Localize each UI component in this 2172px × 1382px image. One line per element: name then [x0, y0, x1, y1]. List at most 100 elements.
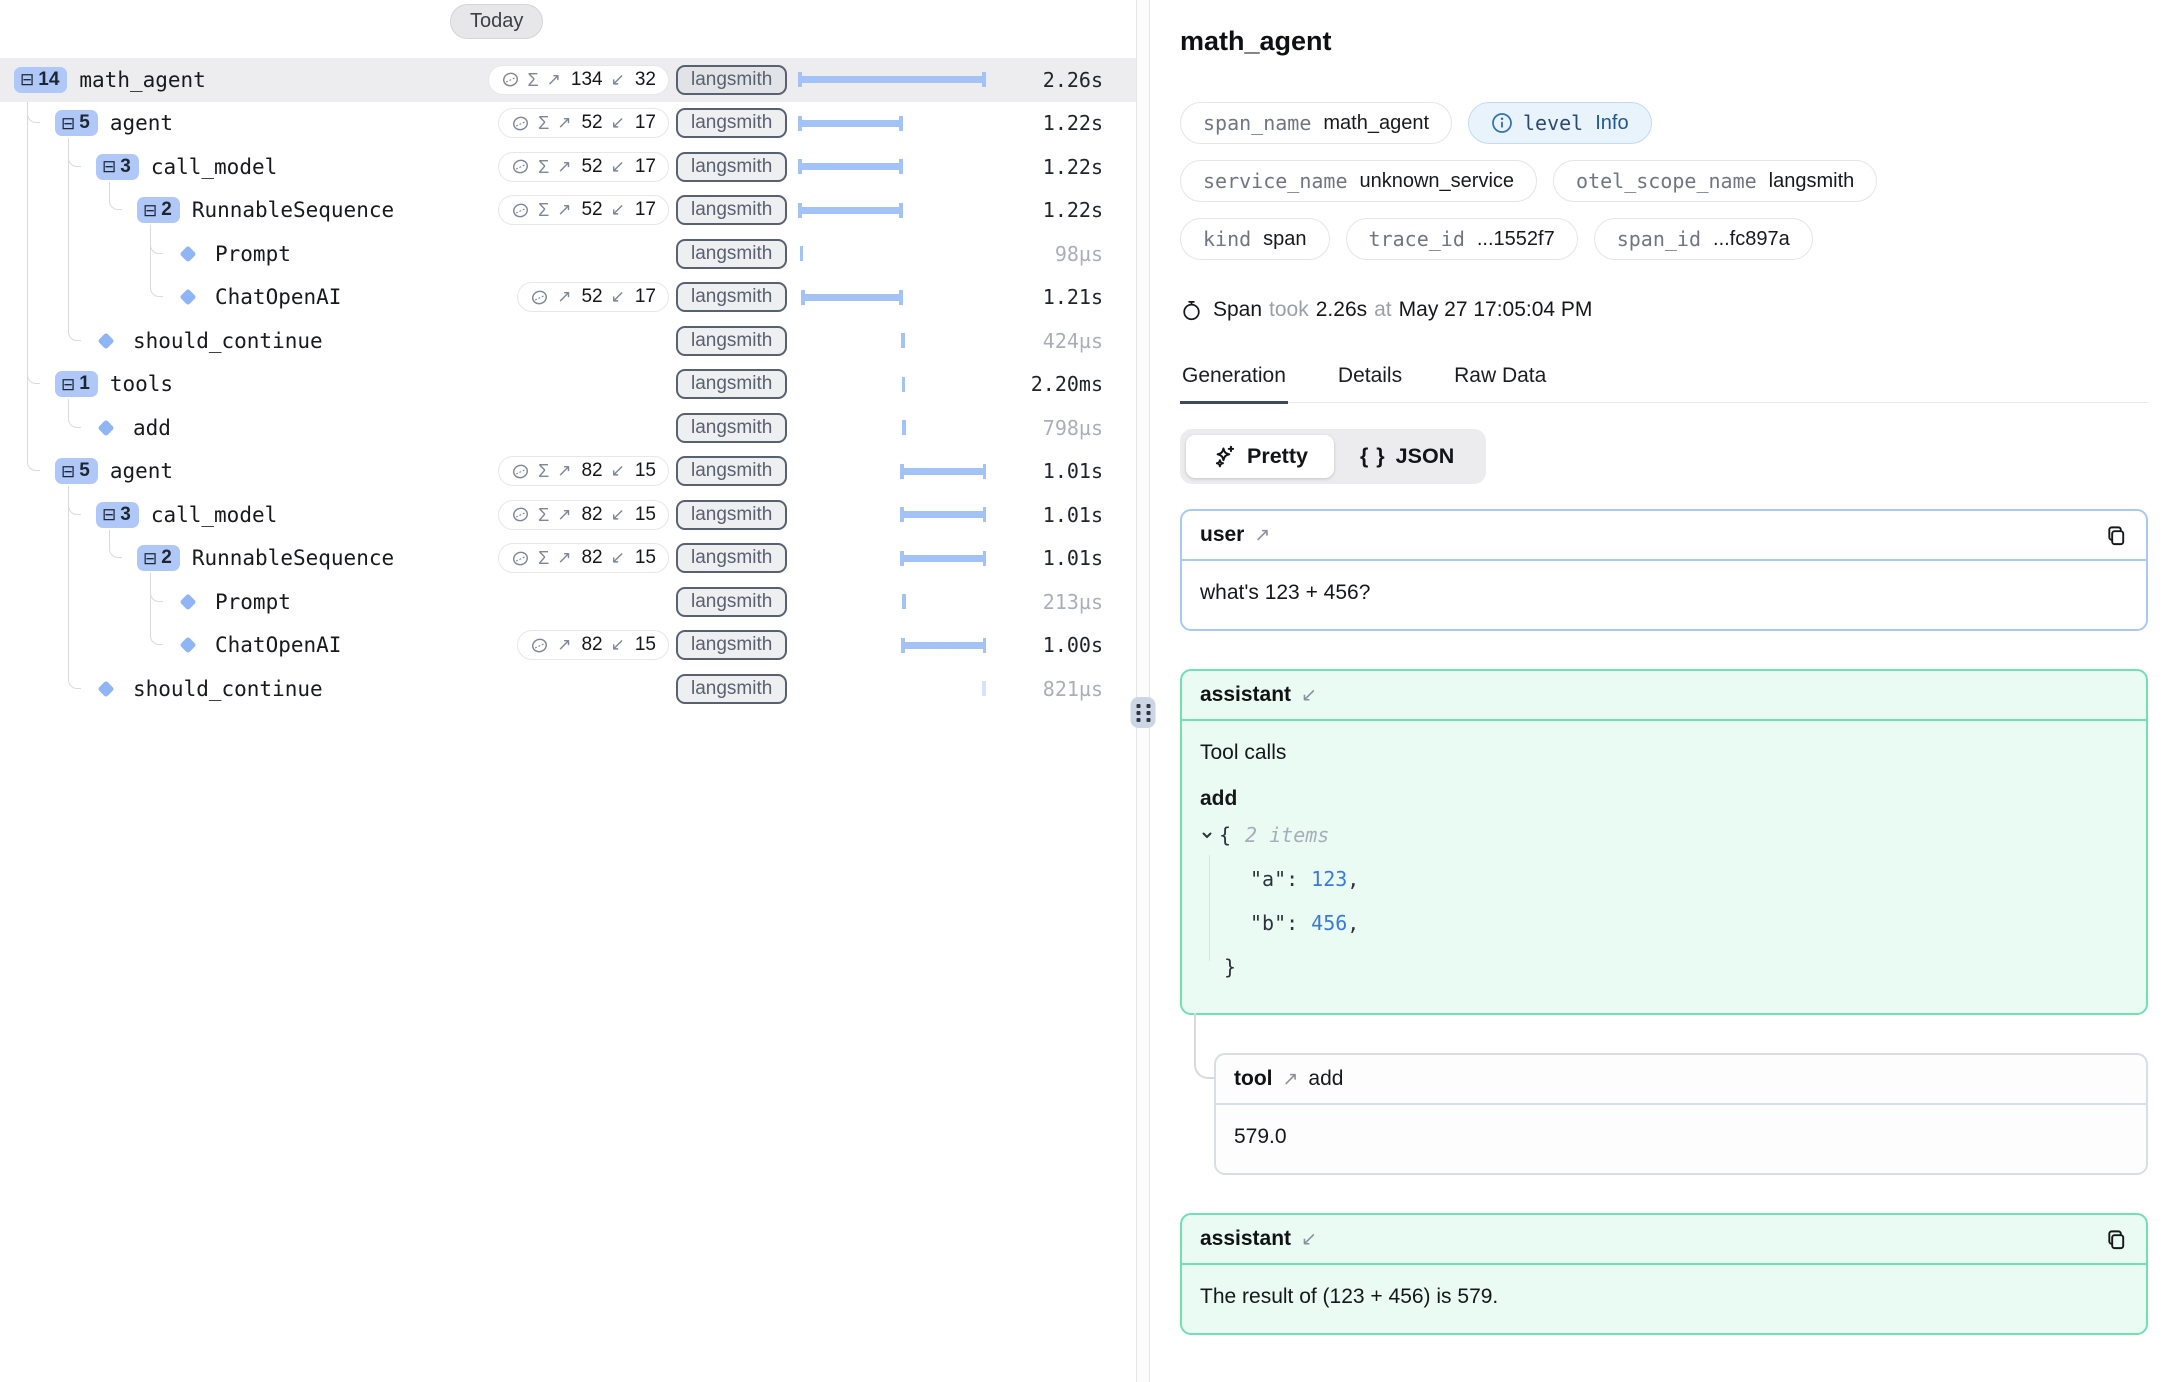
span-name: call_model	[151, 503, 277, 527]
output-tokens-icon: ↙	[611, 461, 625, 481]
vendor-badge: langsmith	[676, 326, 787, 356]
timeline-bar	[902, 511, 985, 518]
collapse-badge[interactable]: ⊟5	[55, 110, 98, 136]
trace-tree-panel: Today ⊟14math_agentΣ↗134↙32langsmith2.26…	[0, 0, 1136, 1382]
child-count: 5	[79, 112, 90, 134]
tree-row[interactable]: ⊟3call_modelΣ↗82↙15langsmith1.01s	[0, 493, 1136, 537]
tool-name-label: add	[1308, 1067, 1343, 1091]
collapse-badge[interactable]: ⊟1	[55, 371, 98, 397]
child-count: 2	[161, 199, 172, 221]
tab-details[interactable]: Details	[1336, 364, 1404, 402]
tab-generation[interactable]: Generation	[1180, 364, 1288, 404]
braces-icon: { }	[1360, 444, 1386, 469]
span-name: Prompt	[215, 590, 291, 614]
duration-label: 798µs	[1043, 416, 1103, 440]
timeline-cell	[799, 580, 985, 624]
tree-indent	[0, 471, 55, 472]
tree-row[interactable]: ⊟2RunnableSequenceΣ↗82↙15langsmith1.01s	[0, 537, 1136, 581]
collapse-badge[interactable]: ⊟5	[55, 458, 98, 484]
tree-row[interactable]: ⊟1toolslangsmith2.20ms	[0, 363, 1136, 407]
message-list: user ↗ what's 123 + 456? assistant ↙ Too…	[1180, 509, 2148, 1335]
message-body: 579.0	[1216, 1105, 2146, 1173]
diamond-icon	[180, 593, 197, 610]
pretty-toggle[interactable]: Pretty	[1186, 435, 1334, 478]
info-icon	[1491, 112, 1511, 134]
tree-row[interactable]: ⊟3call_modelΣ↗52↙17langsmith1.22s	[0, 145, 1136, 189]
tree-row[interactable]: ⊟5agentΣ↗52↙17langsmith1.22s	[0, 102, 1136, 146]
collapse-badge[interactable]: ⊟3	[96, 154, 139, 180]
tab-raw-data[interactable]: Raw Data	[1452, 364, 1548, 402]
timing-took: took	[1269, 298, 1309, 322]
diamond-icon	[180, 245, 197, 262]
token-usage-badge: Σ↗52↙17	[498, 195, 669, 225]
tree-row[interactable]: ⊟2RunnableSequenceΣ↗52↙17langsmith1.22s	[0, 189, 1136, 233]
timeline-bar	[800, 120, 901, 127]
span-name: ChatOpenAI	[215, 633, 341, 657]
vendor-badge: langsmith	[676, 282, 787, 312]
toggle-label: JSON	[1396, 444, 1455, 469]
tree-row[interactable]: Promptlangsmith98µs	[0, 232, 1136, 276]
coin-icon	[511, 549, 530, 568]
tree-row[interactable]: should_continuelangsmith821µs	[0, 667, 1136, 711]
attribute-key: span_id	[1617, 227, 1701, 251]
timeline-cell	[799, 58, 985, 102]
tool-call-name: add	[1200, 787, 2128, 811]
toggle-label: Pretty	[1247, 444, 1308, 469]
copy-button[interactable]	[2105, 1228, 2128, 1251]
collapse-badge[interactable]: ⊟3	[96, 502, 139, 528]
timeline-cell	[799, 102, 985, 146]
output-tokens: 17	[635, 112, 656, 134]
vendor-badge: langsmith	[676, 195, 787, 225]
collapse-badge[interactable]: ⊟14	[14, 67, 67, 93]
child-count: 14	[38, 69, 59, 91]
tree-row[interactable]: Promptlangsmith213µs	[0, 580, 1136, 624]
tree-row[interactable]: addlangsmith798µs	[0, 406, 1136, 450]
today-button[interactable]: Today	[450, 4, 543, 39]
vendor-badge: langsmith	[676, 630, 787, 660]
drag-handle[interactable]	[1131, 697, 1156, 728]
thread-connector-line	[1194, 1013, 1214, 1079]
input-tokens-icon: ↗	[557, 200, 571, 220]
attribute-value: span	[1263, 228, 1306, 251]
timeline-bar	[902, 555, 985, 562]
vendor-badge: langsmith	[676, 456, 787, 486]
badge-row: kindspantrace_id...1552f7span_id...fc897…	[1180, 218, 2148, 260]
output-tokens-icon: ↙	[611, 635, 625, 655]
vendor-badge: langsmith	[676, 369, 787, 399]
chevron-down-icon[interactable]	[1200, 828, 1214, 842]
tree-row[interactable]: ChatOpenAI↗82↙15langsmith1.00s	[0, 624, 1136, 668]
input-tokens-icon: ↗	[557, 548, 571, 568]
child-count: 1	[79, 373, 90, 395]
square-minus-icon: ⊟	[20, 71, 34, 88]
detail-tabs: Generation Details Raw Data	[1180, 364, 2148, 403]
tree-row[interactable]: ⊟14math_agentΣ↗134↙32langsmith2.26s	[0, 58, 1136, 102]
attribute-value: unknown_service	[1360, 170, 1515, 193]
attribute-pill-span_name: span_namemath_agent	[1180, 102, 1452, 144]
coin-icon	[511, 157, 530, 176]
attribute-pill-service_name: service_nameunknown_service	[1180, 160, 1537, 202]
collapse-badge[interactable]: ⊟2	[137, 545, 180, 571]
tree-row[interactable]: ⊟5agentΣ↗82↙15langsmith1.01s	[0, 450, 1136, 494]
tree-row[interactable]: ChatOpenAI↗52↙17langsmith1.21s	[0, 276, 1136, 320]
child-count: 3	[120, 156, 131, 178]
copy-button[interactable]	[2105, 524, 2128, 547]
timeline-bar	[902, 468, 985, 475]
collapse-badge[interactable]: ⊟2	[137, 197, 180, 223]
duration-label: 1.01s	[1043, 546, 1103, 570]
tool-result-wrapper: tool ↗ add 579.0	[1214, 1053, 2148, 1175]
square-minus-icon: ⊟	[143, 550, 157, 567]
timeline-cell	[799, 624, 985, 668]
input-tokens-icon: ↗	[557, 157, 571, 177]
tool-calls-heading: Tool calls	[1200, 741, 2128, 765]
trace-tree-rows: ⊟14math_agentΣ↗134↙32langsmith2.26s⊟5age…	[0, 58, 1136, 711]
tree-indent	[0, 384, 55, 385]
timeline-tick	[902, 594, 906, 609]
tree-row[interactable]: should_continuelangsmith424µs	[0, 319, 1136, 363]
arrow-sw-icon: ↙	[1301, 684, 1317, 707]
attribute-pill-otel_scope_name: otel_scope_namelangsmith	[1553, 160, 1877, 202]
output-tokens-icon: ↙	[611, 70, 625, 90]
input-tokens: 52	[581, 286, 602, 308]
attribute-pill-kind: kindspan	[1180, 218, 1330, 260]
json-toggle[interactable]: { } JSON	[1334, 435, 1480, 478]
tree-indent	[0, 210, 137, 211]
